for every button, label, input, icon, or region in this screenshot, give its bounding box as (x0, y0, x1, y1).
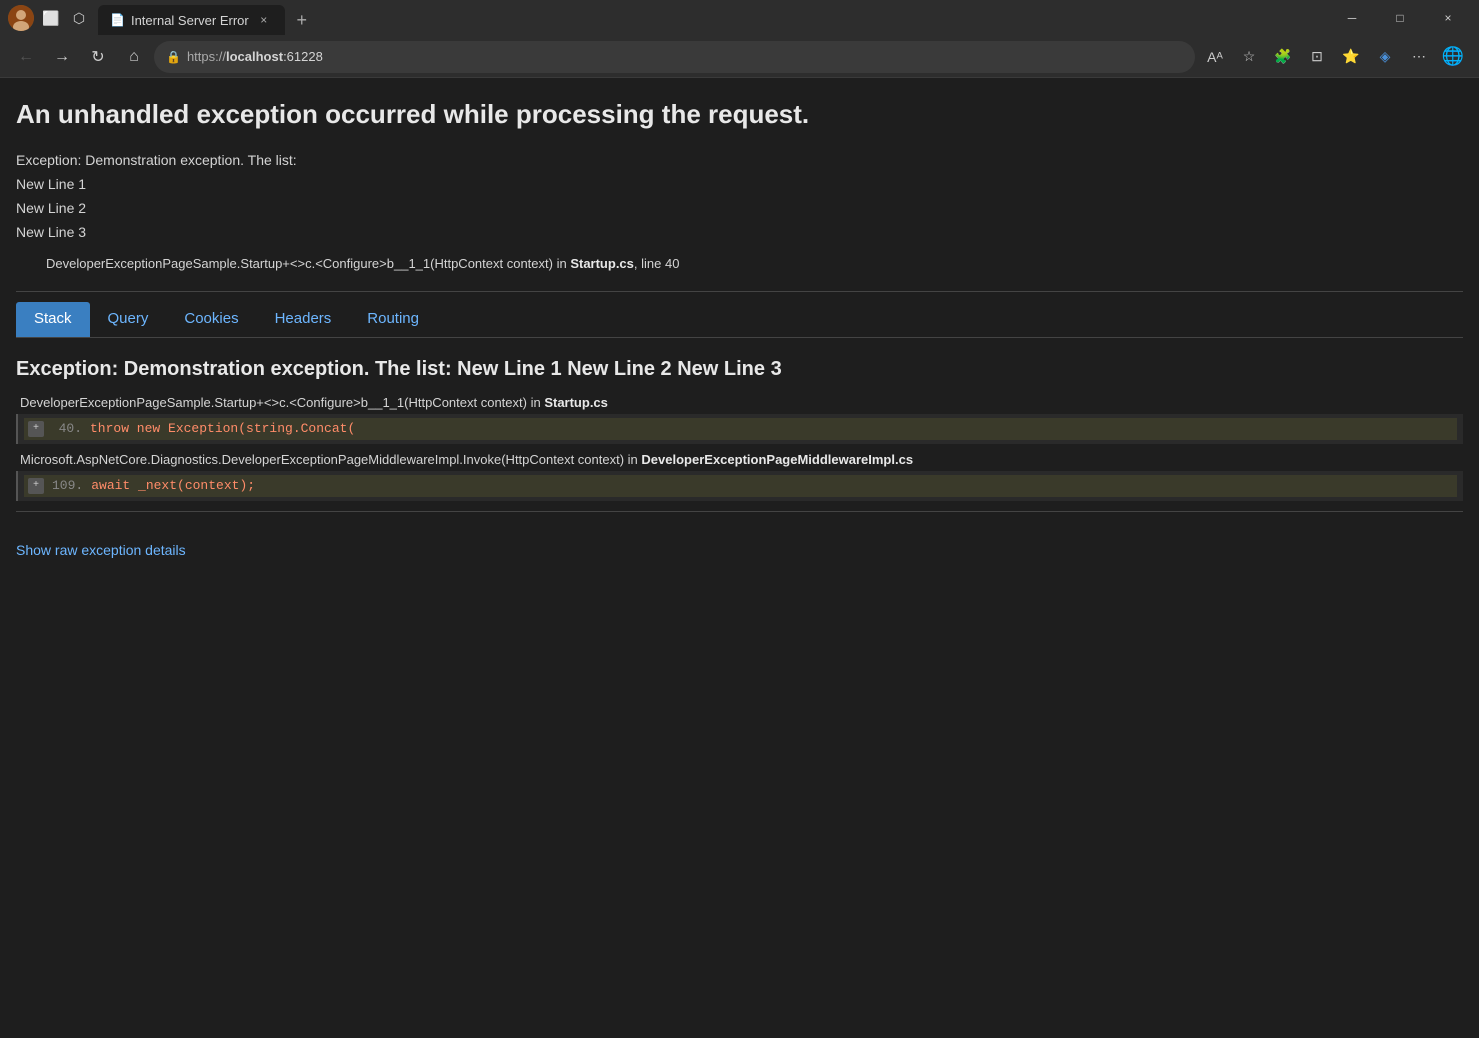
frame-1-code-block: + 40. throw new Exception(string.Concat( (16, 414, 1463, 444)
more-button[interactable]: ⋯ (1403, 41, 1435, 73)
stack-heading: Exception: Demonstration exception. The … (16, 358, 1463, 381)
toggle-layout-icon[interactable]: ⬡ (68, 7, 90, 29)
url-display: https://localhost:61228 (187, 49, 1183, 64)
frame-1-source-text: DeveloperExceptionPageSample.Startup+<>c… (20, 395, 544, 410)
url-proto: https:// (187, 49, 226, 64)
frame-2-file: DeveloperExceptionPageMiddlewareImpl.cs (641, 452, 913, 467)
exception-line-1: New Line 1 (16, 176, 1463, 192)
tab-cookies[interactable]: Cookies (166, 302, 256, 337)
tabs-bar: 📄 Internal Server Error × + (90, 1, 1329, 35)
minimize-button[interactable]: ─ (1329, 2, 1375, 34)
tab-title: Internal Server Error (131, 13, 249, 28)
frame-2-code-text: await _next(context); (91, 478, 255, 493)
tab-stack[interactable]: Stack (16, 302, 90, 337)
divider-1 (16, 291, 1463, 292)
frame-1-code-line: + 40. throw new Exception(string.Concat( (24, 418, 1457, 440)
back-button[interactable]: ← (10, 41, 42, 73)
source-frame-text: DeveloperExceptionPageSample.Startup+<>c… (46, 256, 570, 271)
avatar (8, 5, 34, 31)
tab-routing[interactable]: Routing (349, 302, 437, 337)
tab-query[interactable]: Query (90, 302, 167, 337)
open-tab-icon[interactable]: ⬜ (40, 7, 62, 29)
tab-headers[interactable]: Headers (257, 302, 350, 337)
stack-frame-1-source: DeveloperExceptionPageSample.Startup+<>c… (20, 395, 1463, 410)
address-bar[interactable]: 🔒 https://localhost:61228 (154, 41, 1195, 73)
tab-close-button[interactable]: × (255, 11, 273, 29)
home-button[interactable]: ⌂ (118, 41, 150, 73)
exception-line-3: New Line 3 (16, 224, 1463, 240)
browser-tab-active[interactable]: 📄 Internal Server Error × (98, 5, 285, 35)
favorites-button[interactable]: ☆ (1233, 41, 1265, 73)
url-port: :61228 (283, 49, 323, 64)
browser-ext-button[interactable]: 🧩 (1267, 41, 1299, 73)
close-button[interactable]: × (1425, 2, 1471, 34)
page-content: An unhandled exception occurred while pr… (0, 78, 1479, 1004)
stack-frame-2: Microsoft.AspNetCore.Diagnostics.Develop… (16, 452, 1463, 501)
browser-chrome: ⬜ ⬡ 📄 Internal Server Error × + ─ □ × ← … (0, 0, 1479, 78)
title-bar-left: ⬜ ⬡ (8, 5, 90, 31)
expand-button-2[interactable]: + (28, 478, 44, 494)
exception-message: Demonstration exception. The list: (85, 152, 296, 168)
divider-2 (16, 511, 1463, 512)
frame-1-code-text: throw new Exception(string.Concat( (90, 421, 355, 436)
new-tab-button[interactable]: + (287, 5, 317, 35)
lock-icon: 🔒 (166, 50, 181, 64)
frame-2-code-line: + 109. await _next(context); (24, 475, 1457, 497)
source-file: Startup.cs (570, 256, 634, 271)
frame-2-source-text: Microsoft.AspNetCore.Diagnostics.Develop… (20, 452, 641, 467)
maximize-button[interactable]: □ (1377, 2, 1423, 34)
expand-button-1[interactable]: + (28, 421, 44, 437)
split-view-button[interactable]: ⊡ (1301, 41, 1333, 73)
forward-button[interactable]: → (46, 41, 78, 73)
frame-1-file: Startup.cs (544, 395, 608, 410)
collections-button[interactable]: ⭐ (1335, 41, 1367, 73)
edge-icon: 🌐 (1437, 41, 1469, 73)
stack-section: Exception: Demonstration exception. The … (16, 358, 1463, 558)
exception-label: Exception: (16, 152, 81, 168)
exception-line-2: New Line 2 (16, 200, 1463, 216)
read-mode-button[interactable]: Aᴬ (1199, 41, 1231, 73)
stack-source: DeveloperExceptionPageSample.Startup+<>c… (46, 256, 1463, 271)
source-location: , line 40 (634, 256, 680, 271)
frame-1-line-num: 40. (52, 421, 82, 436)
frame-2-code-block: + 109. await _next(context); (16, 471, 1463, 501)
url-host: localhost (226, 49, 283, 64)
main-heading: An unhandled exception occurred while pr… (16, 98, 1463, 132)
copilot-button[interactable]: ◈ (1369, 41, 1401, 73)
show-raw-link[interactable]: Show raw exception details (16, 542, 186, 558)
stack-frame-2-source: Microsoft.AspNetCore.Diagnostics.Develop… (20, 452, 1463, 467)
refresh-button[interactable]: ↻ (82, 41, 114, 73)
page-icon: 📄 (110, 13, 125, 27)
stack-frame-1: DeveloperExceptionPageSample.Startup+<>c… (16, 395, 1463, 444)
title-bar: ⬜ ⬡ 📄 Internal Server Error × + ─ □ × (0, 0, 1479, 36)
nav-bar: ← → ↻ ⌂ 🔒 https://localhost:61228 Aᴬ ☆ 🧩… (0, 36, 1479, 78)
window-controls: ─ □ × (1329, 2, 1471, 34)
nav-right-controls: Aᴬ ☆ 🧩 ⊡ ⭐ ◈ ⋯ 🌐 (1199, 41, 1469, 73)
exception-info: Exception: Demonstration exception. The … (16, 152, 1463, 168)
frame-2-line-num: 109. (52, 478, 83, 493)
tabs-navigation: Stack Query Cookies Headers Routing (16, 302, 1463, 338)
